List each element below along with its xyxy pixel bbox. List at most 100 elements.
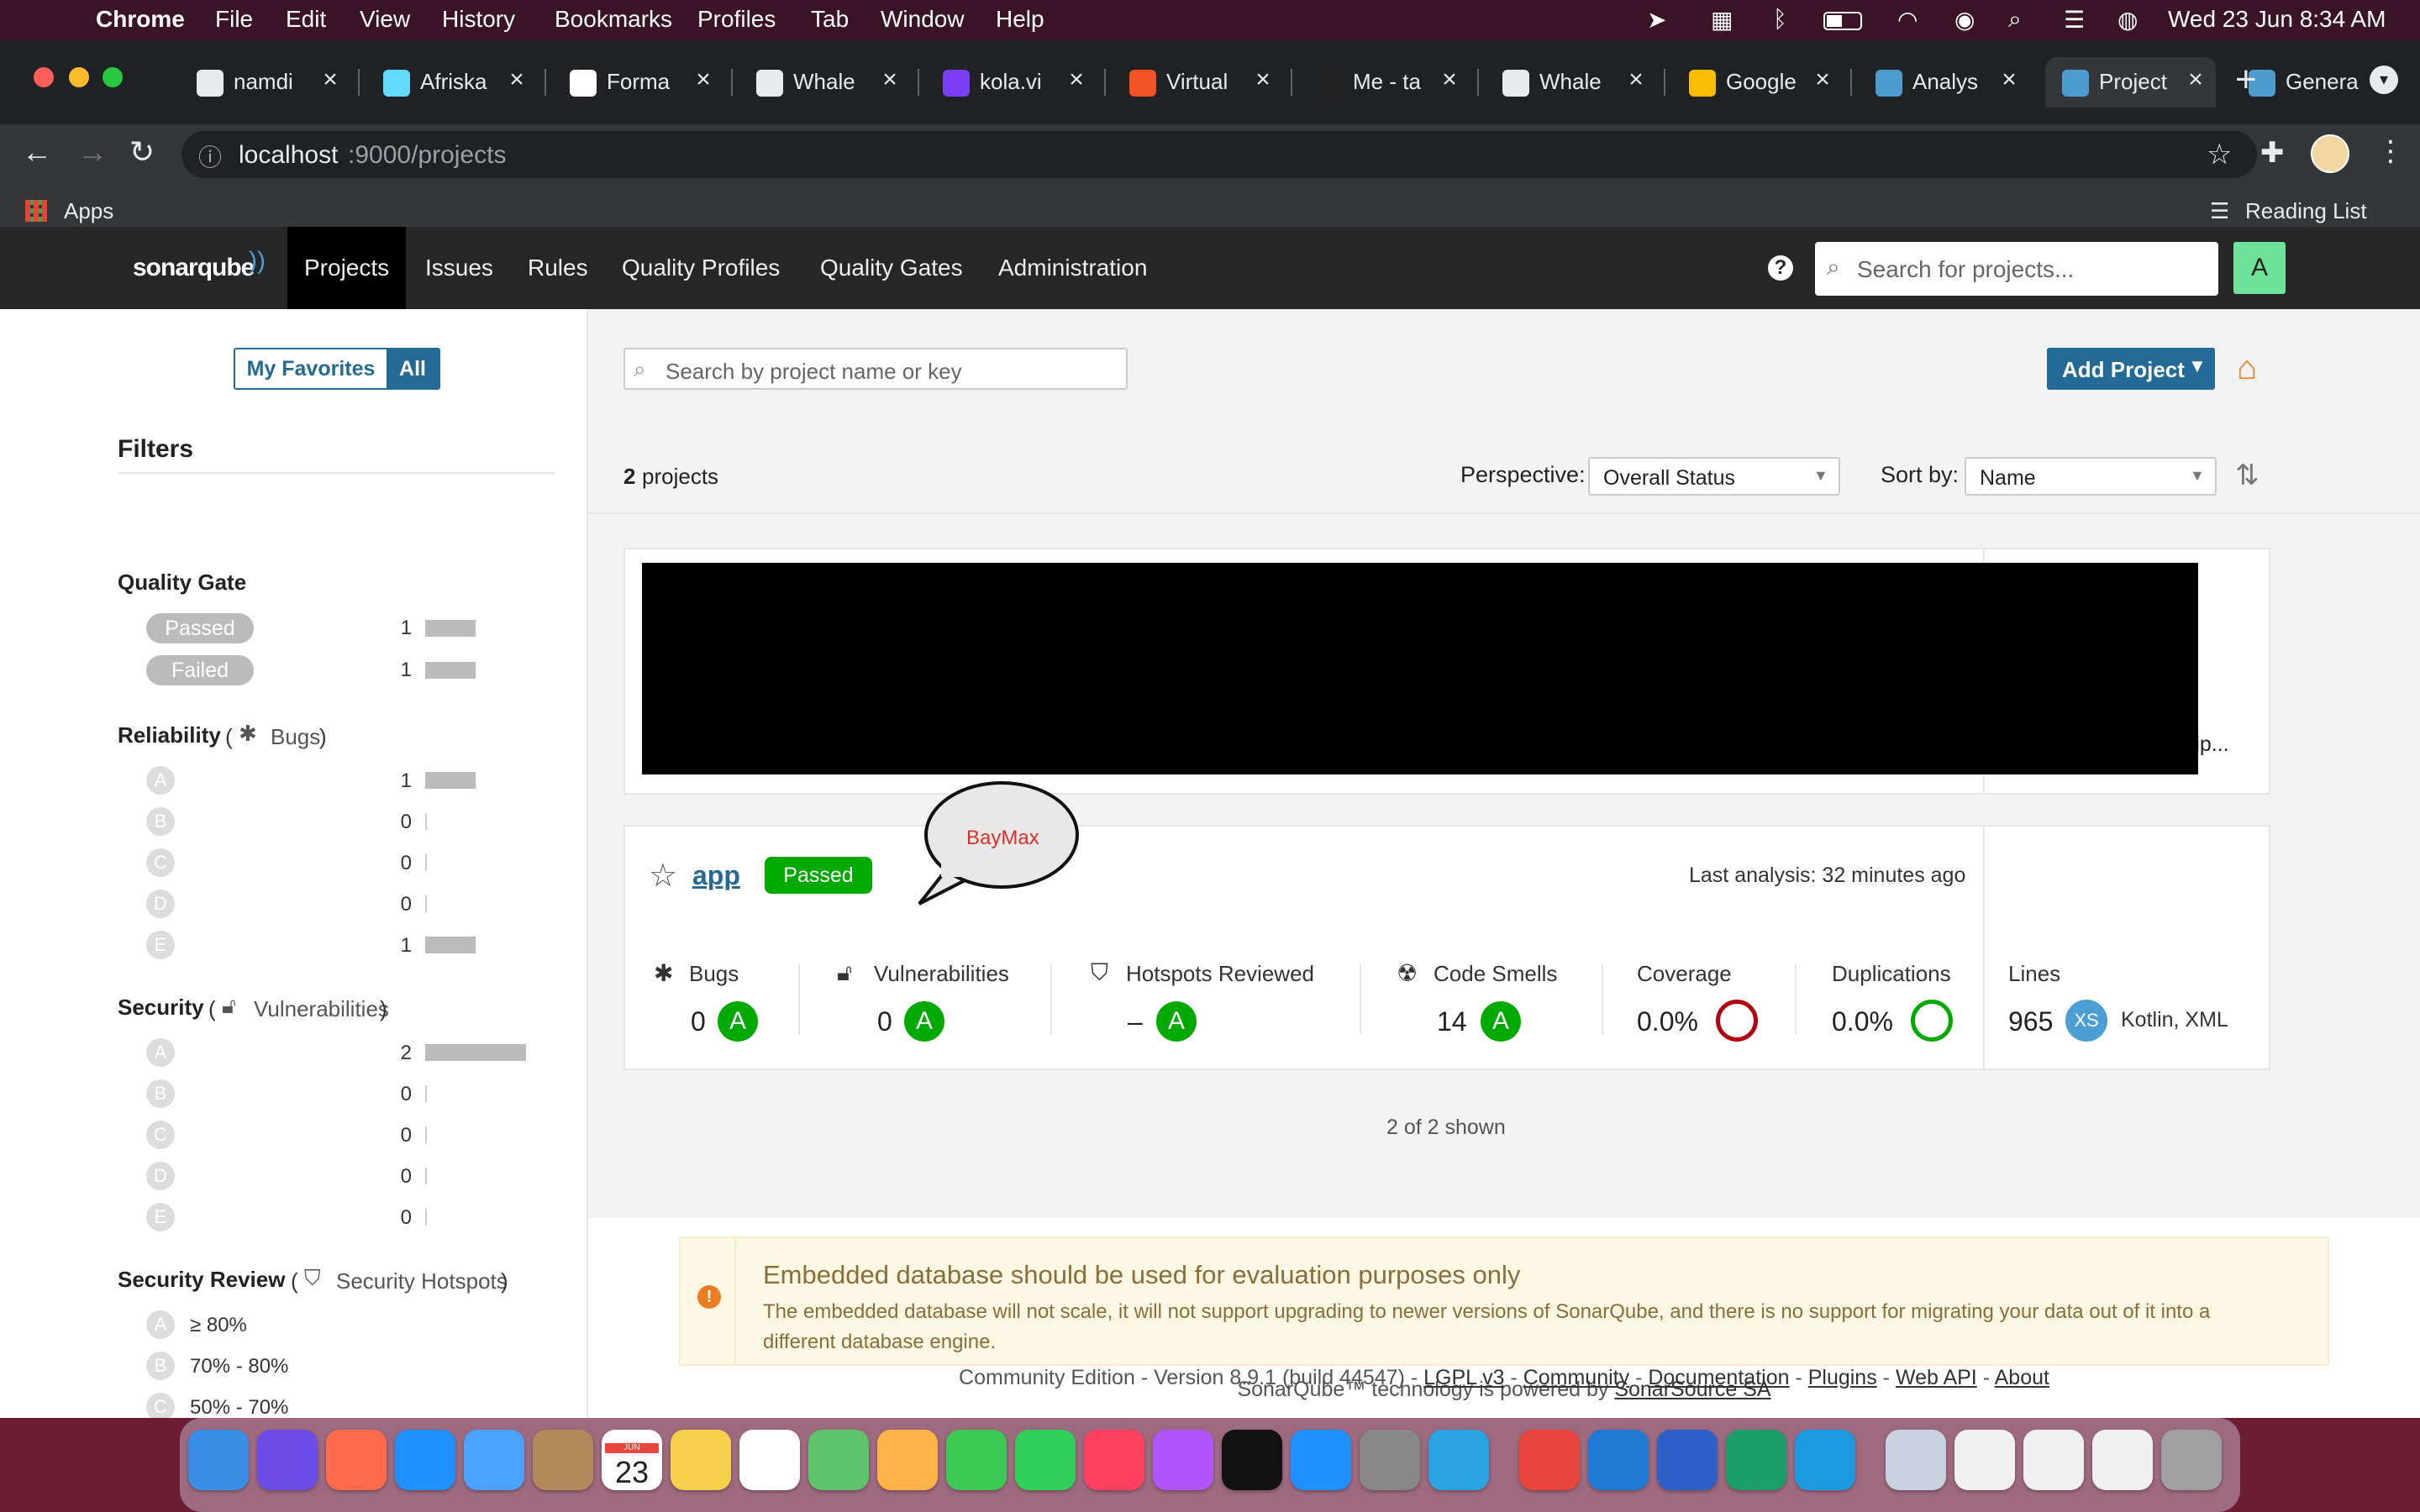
siri-icon[interactable]: ◍	[2118, 6, 2138, 34]
filter-count[interactable]: 0	[395, 1083, 412, 1106]
tab[interactable]: Forma ×	[553, 57, 723, 108]
perspective-select[interactable]: Overall Status ▼	[1588, 457, 1840, 496]
help-icon[interactable]: ?	[1768, 255, 1793, 281]
filter-count[interactable]: 0	[395, 1165, 412, 1189]
add-project-button[interactable]: Add Project ▼	[2047, 348, 2215, 390]
bookmark-star-icon[interactable]: ☆	[2207, 138, 2232, 171]
security-grade-d[interactable]: D	[146, 1162, 175, 1190]
filter-count[interactable]: 1	[395, 617, 412, 640]
dock-app-icon[interactable]	[464, 1430, 524, 1490]
all-button[interactable]: All	[387, 349, 439, 388]
security-grade-b[interactable]: B	[146, 1079, 175, 1108]
favorite-star-icon[interactable]: ☆	[649, 857, 677, 895]
dock-app-icon[interactable]	[946, 1430, 1007, 1490]
filter-count[interactable]: 2	[395, 1042, 412, 1065]
dock-app-icon[interactable]	[1153, 1430, 1213, 1490]
security-grade-a[interactable]: A	[146, 1038, 175, 1067]
tab-search-icon[interactable]: ▾	[2370, 66, 2398, 94]
hotspots-value[interactable]: –	[1128, 1006, 1143, 1037]
tab[interactable]: namdi ×	[180, 57, 350, 108]
dock-app-icon[interactable]	[671, 1430, 731, 1490]
tab[interactable]: Me - ta ×	[1299, 57, 1470, 108]
reliability-grade-c[interactable]: C	[146, 848, 175, 877]
address-bar[interactable]: ⓘ localhost :9000/projects ☆	[182, 131, 2257, 178]
filter-count[interactable]: 0	[395, 893, 412, 916]
security-review-grade-c[interactable]: C	[146, 1393, 175, 1418]
menu-profiles[interactable]: Profiles	[697, 6, 776, 33]
new-tab-button[interactable]: +	[2235, 59, 2257, 101]
security-review-range[interactable]: ≥ 80%	[190, 1314, 247, 1337]
project-card-app[interactable]: ☆ app Passed Last analysis: 32 minutes a…	[623, 825, 2270, 1070]
nav-quality-gates[interactable]: Quality Gates	[803, 227, 980, 309]
close-tab-icon[interactable]: ×	[1064, 66, 1089, 94]
dock-app-icon[interactable]	[739, 1430, 800, 1490]
dock-app-icon[interactable]	[2161, 1430, 2222, 1490]
filter-count[interactable]: 0	[395, 811, 412, 834]
telegram-status-icon[interactable]: ➤	[1647, 6, 1666, 34]
footer-documentation-link[interactable]: Documentation	[1648, 1366, 1789, 1389]
project-card-redacted[interactable]: rip...	[623, 548, 2270, 795]
security-review-grade-a[interactable]: A	[146, 1310, 175, 1339]
menu-bookmarks[interactable]: Bookmarks	[555, 6, 672, 33]
close-tab-icon[interactable]: ×	[2183, 66, 2208, 94]
menu-view[interactable]: View	[360, 6, 410, 33]
dock-app-icon[interactable]	[808, 1430, 869, 1490]
sort-select[interactable]: Name ▼	[1965, 457, 2217, 496]
chrome-menu-icon[interactable]: ⋮	[2376, 134, 2405, 168]
tab[interactable]: Google ×	[1672, 57, 1843, 108]
home-icon[interactable]: ⌂	[2237, 349, 2257, 387]
reliability-grade-d[interactable]: D	[146, 890, 175, 918]
nav-quality-profiles[interactable]: Quality Profiles	[605, 227, 797, 309]
hotspots-rating[interactable]: A	[1156, 1001, 1197, 1042]
security-grade-c[interactable]: C	[146, 1121, 175, 1149]
dock-app-icon[interactable]	[1222, 1430, 1282, 1490]
security-grade-e[interactable]: E	[146, 1203, 175, 1231]
bookmark-apps[interactable]: Apps	[64, 198, 113, 224]
footer-about-link[interactable]: About	[1995, 1366, 2049, 1389]
nav-projects[interactable]: Projects	[287, 227, 407, 309]
footer-license-link[interactable]: LGPL v3	[1423, 1366, 1504, 1389]
tab[interactable]: Virtual ×	[1113, 57, 1283, 108]
filter-count[interactable]: 0	[395, 1206, 412, 1230]
control-center-icon[interactable]: ☰	[2064, 6, 2085, 34]
menu-edit[interactable]: Edit	[286, 6, 326, 33]
code-smells-rating[interactable]: A	[1481, 1001, 1521, 1042]
dock-app-icon[interactable]	[395, 1430, 455, 1490]
filter-count[interactable]: 1	[395, 769, 412, 793]
dock-app-icon[interactable]	[1886, 1430, 1946, 1490]
close-tab-icon[interactable]: ×	[1437, 66, 1462, 94]
dock-app-icon[interactable]	[188, 1430, 249, 1490]
reload-icon[interactable]: ↻	[129, 134, 155, 170]
dock-app-icon[interactable]	[1084, 1430, 1144, 1490]
tab[interactable]: Project ×	[2045, 57, 2216, 108]
user-status-icon[interactable]: ◉	[1954, 6, 1975, 34]
bugs-rating[interactable]: A	[718, 1001, 758, 1042]
user-avatar[interactable]: A	[2233, 242, 2286, 294]
dock-app-icon[interactable]	[533, 1430, 593, 1490]
dock-app-icon[interactable]	[877, 1430, 938, 1490]
close-tab-icon[interactable]: ×	[691, 66, 716, 94]
close-tab-icon[interactable]: ×	[1996, 66, 2022, 94]
dock-app-icon[interactable]	[1726, 1430, 1786, 1490]
wifi-icon[interactable]: ◠	[1897, 6, 1918, 34]
back-icon[interactable]: ←	[22, 134, 52, 170]
close-tab-icon[interactable]: ×	[1810, 66, 1835, 94]
security-review-range[interactable]: 70% - 80%	[190, 1355, 288, 1378]
tab[interactable]: Whale ×	[739, 57, 910, 108]
dock-app-icon[interactable]	[2092, 1430, 2153, 1490]
close-tab-icon[interactable]: ×	[504, 66, 529, 94]
dock-app-icon[interactable]	[1519, 1430, 1580, 1490]
bugs-value[interactable]: 0	[691, 1006, 706, 1037]
dock-app-icon[interactable]	[1954, 1430, 2015, 1490]
menu-file[interactable]: File	[215, 6, 253, 33]
project-name-link[interactable]: app	[692, 860, 740, 891]
footer-community-link[interactable]: Community	[1523, 1366, 1629, 1389]
reading-list-button[interactable]: Reading List	[2245, 198, 2367, 224]
tab[interactable]: kola.vi ×	[926, 57, 1097, 108]
nav-rules[interactable]: Rules	[511, 227, 605, 309]
coverage-value[interactable]: 0.0%	[1637, 1006, 1698, 1037]
tab[interactable]: Analys ×	[1859, 57, 2029, 108]
project-search-input[interactable]: ⌕ Search by project name or key	[623, 348, 1128, 390]
dock-app-icon[interactable]	[1588, 1430, 1649, 1490]
filter-count[interactable]: 1	[395, 659, 412, 682]
